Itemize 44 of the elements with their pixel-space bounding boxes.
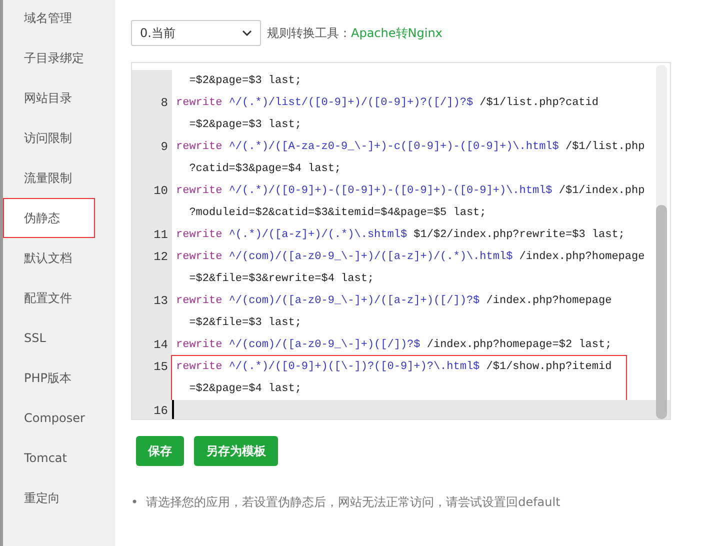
code-line: rewrite ^/(com)/([a-z0-9_\-]+)/([a-z]+)/(.*)\.html$ /index.php?homepage [175, 250, 645, 265]
code-line: rewrite ^/(.*)/([0-9]+)([\-])?([0-9]+)?\.html$ /$1/show.php?itemid [175, 360, 613, 375]
sidebar-item[interactable]: 配置文件 [3, 278, 115, 318]
version-select[interactable]: 0.当前 [131, 20, 261, 46]
sidebar-item[interactable]: 域名管理 [3, 0, 115, 38]
code-line: ?catid=$3&page=$4 last; [188, 162, 342, 177]
code-line: rewrite ^(.*)/([a-z]+)/(.*)\.shtml$ $1/$2/index.php?rewrite=$3 last; [175, 228, 625, 243]
sidebar-item[interactable]: 访问限制 [3, 118, 115, 158]
line-number: 16 [152, 403, 169, 419]
code-line: =$2&page=$3 last; [188, 118, 302, 133]
sidebar-item[interactable]: 网站目录 [3, 78, 115, 118]
tool-label: 规则转换工具： [267, 24, 351, 42]
sidebar-item[interactable]: 重定向 [3, 478, 115, 518]
line-number: 15 [152, 359, 169, 376]
bullet: • [131, 494, 138, 510]
line-number: 10 [152, 183, 169, 200]
code-line: =$2&file=$3&rewrite=$4 last; [188, 272, 376, 287]
sidebar-item[interactable]: 默认文档 [3, 238, 115, 278]
scrollbar[interactable] [656, 65, 667, 419]
code-line: rewrite ^/(com)/([a-z0-9_\-]+)/([a-z]+)([/])?$ /index.php?homepage [175, 294, 612, 309]
sidebar-item[interactable]: 流量限制 [3, 158, 115, 198]
line-number: 13 [152, 293, 169, 310]
line-number: 9 [160, 139, 169, 156]
hint-text: 请选择您的应用，若设置伪静态后，网站无法正常访问，请尝试设置回default [146, 494, 560, 510]
line-number: 14 [152, 337, 169, 354]
line-number: 12 [152, 249, 169, 266]
sidebar-item[interactable]: PHP版本 [3, 358, 115, 398]
sidebar-item[interactable]: SSL [3, 318, 115, 358]
code-line: ?moduleid=$2&catid=$3&itemid=$4&page=$5 last; [188, 206, 488, 221]
code-line: rewrite ^/(.*)/list/([0-9]+)/([0-9]+)?([/])?$ /$1/list.php?catid [175, 96, 598, 111]
code-line: rewrite ^/(com)/([a-z0-9_\-]+)([/])?$ /index.php?homepage=$2 last; [175, 338, 612, 353]
code-line: =$2&file=$3 last; [188, 316, 302, 331]
line-number: 11 [152, 227, 169, 244]
code-line: =$2&page=$3 last; [188, 74, 302, 89]
code-editor[interactable] [131, 62, 671, 420]
chevron-icon [242, 30, 252, 36]
sidebar-item[interactable]: 伪静态 [3, 198, 95, 238]
sidebar-item[interactable]: 子目录绑定 [3, 38, 115, 78]
code-line: rewrite ^/(.*)/([A-za-z0-9_\-]+)-c([0-9]+)-([0-9]+)\.html$ /$1/list.php [175, 140, 645, 155]
sidebar-item[interactable]: Tomcat [3, 438, 115, 478]
code-line: rewrite ^/(.*)/([0-9]+)-([0-9]+)-([0-9]+)-([0-9]+)\.html$ /$1/index.php [175, 184, 645, 199]
sidebar-item[interactable]: Composer [3, 398, 115, 438]
line-number: 8 [160, 95, 169, 112]
code-line: =$2&page=$4 last; [188, 382, 302, 397]
